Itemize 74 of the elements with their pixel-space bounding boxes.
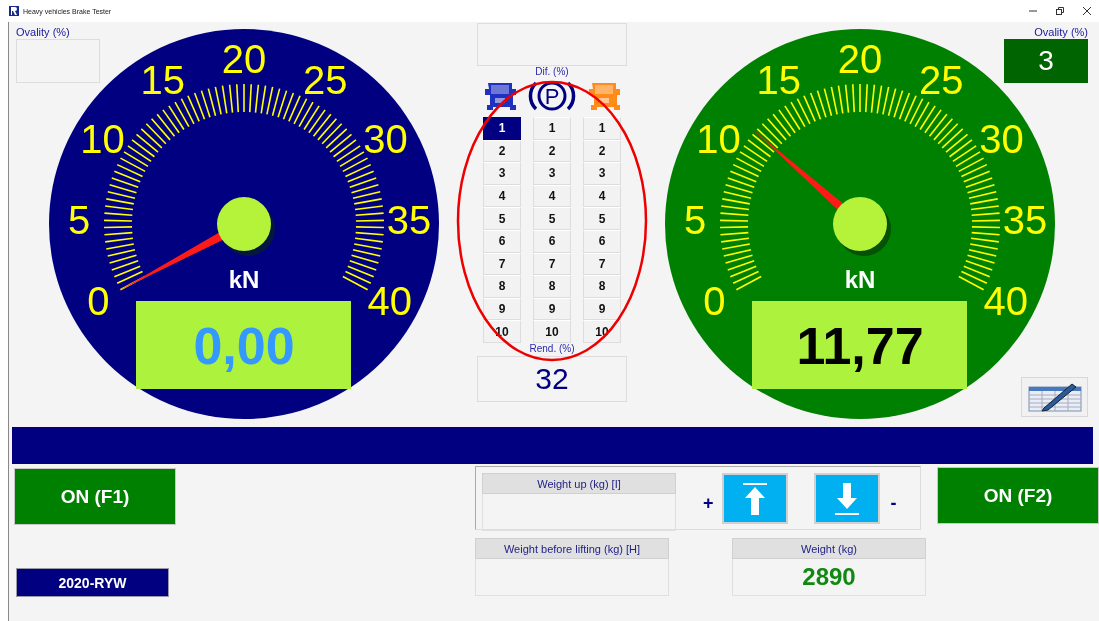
restore-icon[interactable]	[1056, 7, 1064, 15]
field-header: Weight (kg)	[732, 538, 926, 559]
axle-button[interactable]: 6	[583, 229, 621, 253]
plus-label: +	[703, 493, 714, 514]
axle-button[interactable]: 8	[583, 275, 621, 298]
force-value: 0,00	[193, 317, 295, 375]
axle-button[interactable]: 4	[533, 184, 571, 208]
axle-button[interactable]: 2	[483, 139, 521, 163]
axle-button[interactable]: 5	[583, 207, 621, 230]
parking-letter: P	[544, 84, 560, 109]
axle-button[interactable]: 1	[583, 117, 621, 140]
axle-button[interactable]: 2	[583, 139, 621, 163]
scale-label: 5	[67, 197, 91, 242]
axle-button[interactable]: 1	[533, 117, 571, 140]
up-arrow-icon	[741, 481, 768, 516]
axle-button[interactable]: 10	[533, 320, 571, 343]
scale-label: 0	[87, 279, 110, 324]
license-plate: 2020-RYW	[16, 568, 169, 597]
axle-button[interactable]: 6	[533, 229, 571, 253]
ovality-label: Ovality (%)	[1034, 25, 1088, 39]
axle-button[interactable]: 7	[533, 252, 571, 276]
axle-button[interactable]: 1	[483, 117, 521, 140]
axle-button[interactable]: 7	[483, 252, 521, 276]
dif-label: Dif. (%)	[535, 66, 569, 78]
scale-label: 30	[979, 117, 1024, 161]
table-pencil-icon	[1027, 382, 1082, 412]
scale-label: 15	[756, 58, 801, 103]
axle-button[interactable]: 3	[483, 162, 521, 185]
axle-button[interactable]: 8	[533, 275, 571, 298]
scale-label: 10	[696, 117, 741, 161]
ovality-field: 3	[1004, 39, 1088, 83]
scale-label: 15	[140, 58, 185, 103]
field-header: Weight before lifting (kg) [H]	[475, 538, 669, 559]
axle-button[interactable]: 3	[583, 162, 621, 185]
field-header: Weight up (kg) [I]	[482, 473, 676, 494]
axle-button[interactable]: 9	[533, 297, 571, 321]
scale-label: 25	[303, 58, 348, 103]
scale-label: 30	[363, 117, 408, 161]
unit-label: kN	[228, 266, 260, 293]
axle-button[interactable]: 2	[533, 139, 571, 163]
ovality-label: Ovality (%)	[16, 25, 70, 39]
axle-button[interactable]: 4	[483, 184, 521, 208]
scale-label: 10	[80, 117, 125, 161]
rend-value: 32	[477, 355, 627, 402]
scale-label: 0	[703, 279, 726, 324]
axle-button[interactable]: 6	[483, 229, 521, 253]
minus-label: -	[890, 493, 897, 514]
scale-label: 20	[837, 37, 883, 81]
down-arrow-icon	[833, 481, 860, 516]
axle-button[interactable]: 3	[533, 162, 571, 185]
axle-button[interactable]: 4	[583, 184, 621, 208]
rend-label: Rend. (%)	[529, 342, 575, 355]
axle-button[interactable]: 8	[483, 275, 521, 298]
minimize-icon[interactable]	[1029, 7, 1037, 15]
gauge-hub	[833, 197, 891, 256]
edit-table-button[interactable]	[1021, 377, 1088, 417]
axle-button[interactable]: 5	[483, 207, 521, 230]
axle-button[interactable]: 7	[583, 252, 621, 276]
scale-label: 20	[221, 37, 267, 81]
scale-label: 40	[983, 279, 1028, 324]
gauge-hub	[217, 197, 275, 256]
scale-label: 40	[367, 279, 412, 324]
scale-label: 25	[919, 58, 964, 103]
scale-label: 35	[386, 197, 432, 242]
weight-field: 2890	[732, 559, 926, 596]
app-logo-icon	[9, 6, 19, 16]
unit-label: kN	[844, 266, 876, 293]
scale-label: 5	[683, 197, 707, 242]
force-value: 11,77	[796, 317, 924, 375]
close-icon[interactable]	[1083, 7, 1091, 15]
on-f2-button[interactable]: ON (F2)	[937, 467, 1099, 524]
axle-button[interactable]: 5	[533, 207, 571, 230]
on-f1-button[interactable]: ON (F1)	[14, 468, 176, 525]
scale-label: 35	[1002, 197, 1048, 242]
